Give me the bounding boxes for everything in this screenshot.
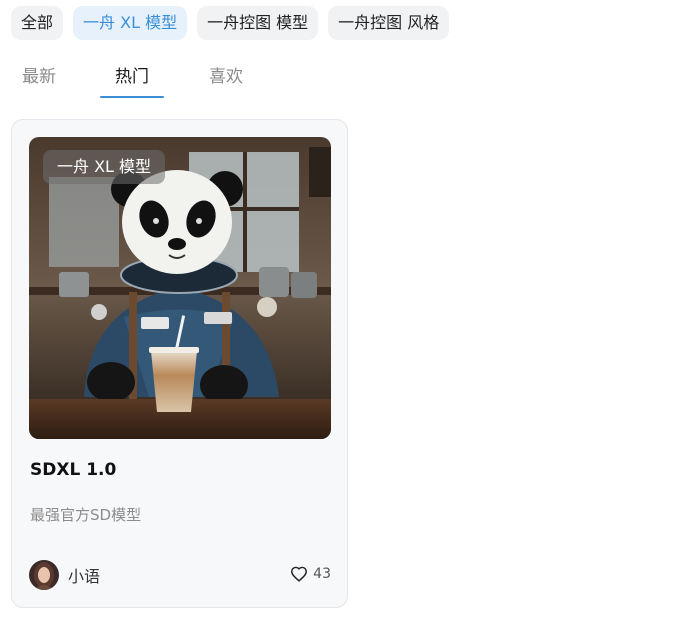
chip-yizhou-control-style[interactable]: 一舟控图 风格: [328, 6, 450, 40]
chip-yizhou-control-model[interactable]: 一舟控图 模型: [197, 6, 319, 40]
user-avatar-icon[interactable]: [29, 560, 59, 590]
model-title[interactable]: SDXL 1.0: [30, 460, 116, 480]
model-card[interactable]: 一舟 XL 模型 SDXL 1.0 最强官方SD模型 小语 43: [11, 119, 348, 608]
chip-all[interactable]: 全部: [11, 6, 64, 40]
filter-chip-bar: 全部 一舟 XL 模型 一舟控图 模型 一舟控图 风格: [11, 6, 450, 40]
like-count: 43: [313, 566, 331, 582]
model-type-badge: 一舟 XL 模型: [43, 150, 166, 184]
author-info[interactable]: 小语: [29, 560, 100, 590]
app-root: 全部 一舟 XL 模型 一舟控图 模型 一舟控图 风格 最新 热门 喜欢 一舟 …: [0, 0, 693, 622]
model-description: 最强官方SD模型: [30, 506, 142, 524]
active-tab-indicator: [100, 96, 164, 98]
like-button[interactable]: 43: [290, 566, 331, 582]
tab-favorites[interactable]: 喜欢: [208, 60, 244, 98]
heart-outline-icon: [291, 566, 308, 582]
model-thumbnail[interactable]: 一舟 XL 模型: [29, 137, 331, 439]
tab-popular[interactable]: 热门: [114, 60, 150, 98]
tab-latest[interactable]: 最新: [21, 60, 57, 98]
chip-yizhou-xl-model[interactable]: 一舟 XL 模型: [73, 6, 188, 40]
author-name[interactable]: 小语: [68, 563, 100, 587]
